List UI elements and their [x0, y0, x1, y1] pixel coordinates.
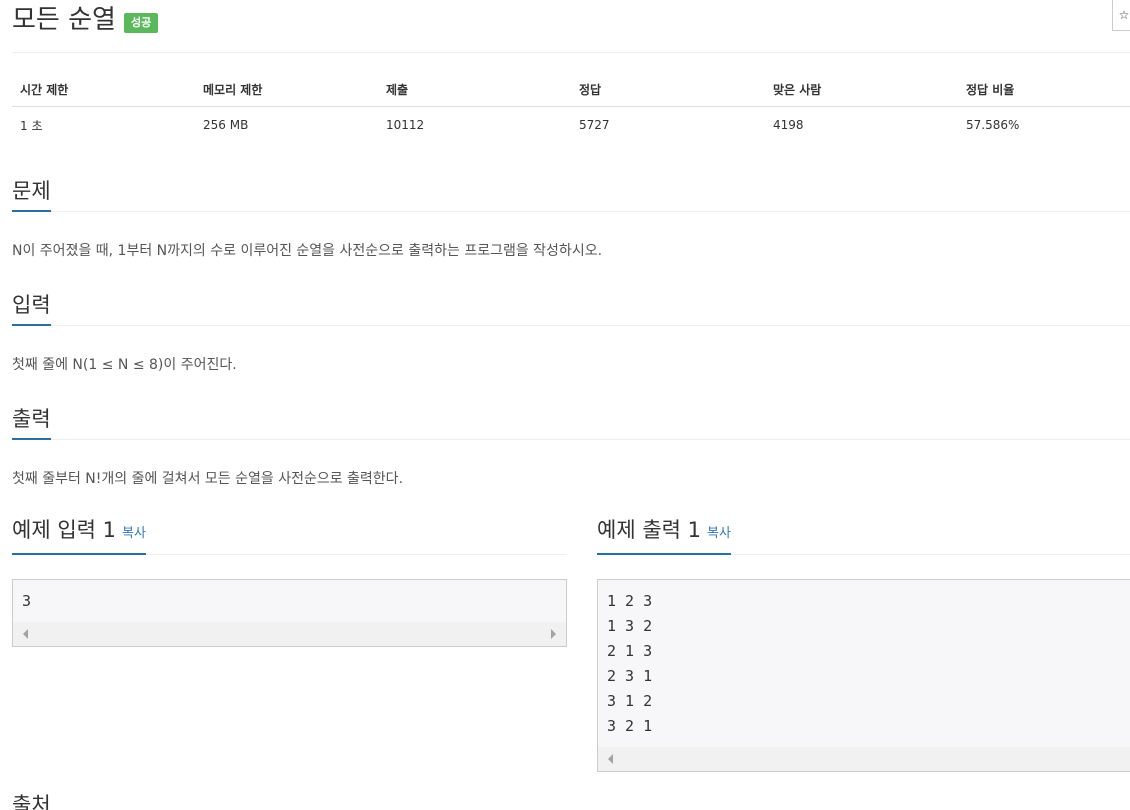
value-solved-users[interactable]: 4198: [765, 107, 958, 144]
horizontal-scrollbar[interactable]: [13, 622, 566, 646]
scroll-left-icon[interactable]: [608, 754, 613, 764]
problem-page: 모든 순열 성공 ☆ 시간 제한 메모리 제한 제출 정답 맞은 사람 정답 비…: [0, 0, 1130, 810]
scroll-left-icon[interactable]: [23, 629, 28, 639]
description-text: N이 주어졌을 때, 1부터 N까지의 수로 이루어진 순열을 사전순으로 출력…: [12, 243, 603, 259]
example-input-content: 3: [13, 580, 566, 617]
value-accept-ratio: 57.586%: [966, 118, 1020, 132]
title-divider: [12, 52, 1130, 53]
problem-title: 모든 순열: [12, 5, 116, 35]
value-accepted[interactable]: 5727: [571, 107, 765, 144]
header-submissions: 제출: [378, 72, 571, 107]
example-output-line: 2 1 3: [607, 642, 653, 660]
problem-header: 모든 순열 성공: [12, 0, 159, 40]
section-header: 문제: [12, 175, 1130, 212]
copy-example-output-button[interactable]: 복사: [707, 526, 731, 541]
section-title-example-output: 예제 출력 1 복사: [597, 515, 731, 555]
table-header-row: 시간 제한 메모리 제한 제출 정답 맞은 사람 정답 비율: [12, 72, 1130, 107]
star-icon[interactable]: ☆: [1112, 0, 1130, 31]
example-input-title: 예제 입력 1: [12, 518, 116, 542]
section-header: 예제 출력 1 복사: [597, 518, 1130, 555]
input-text: 첫째 줄에 N(1 ≤ N ≤ 8)이 주어진다.: [12, 357, 237, 373]
section-title-description: 문제: [12, 176, 51, 212]
section-header: 출력: [12, 403, 1130, 440]
example-output-line: 3 1 2: [607, 692, 653, 710]
section-header: 예제 입력 1 복사: [12, 518, 567, 555]
example-input-box[interactable]: 3: [12, 579, 567, 647]
output-text: 첫째 줄부터 N!개의 줄에 걸쳐서 모든 순열을 사전순으로 출력한다.: [12, 471, 404, 487]
value-time-limit: 1 초: [20, 118, 43, 133]
value-submissions[interactable]: 10112: [378, 107, 571, 144]
section-title-input: 입력: [12, 290, 51, 326]
section-input: 입력 첫째 줄에 N(1 ≤ N ≤ 8)이 주어진다.: [12, 289, 1130, 374]
section-example-input: 예제 입력 1 복사: [12, 518, 567, 555]
example-output-line: 1 3 2: [607, 617, 653, 635]
header-solved-users: 맞은 사람: [765, 72, 958, 107]
section-output: 출력 첫째 줄부터 N!개의 줄에 걸쳐서 모든 순열을 사전순으로 출력한다.: [12, 403, 1130, 488]
example-output-box[interactable]: 1 2 3 1 3 2 2 1 3 2 3 1 3 1 2 3 2 1: [597, 579, 1130, 772]
value-memory-limit: 256 MB: [203, 118, 249, 132]
section-title-output: 출력: [12, 404, 51, 440]
header-accept-ratio: 정답 비율: [958, 72, 1130, 107]
scroll-right-icon[interactable]: [551, 629, 556, 639]
example-output-content: 1 2 3 1 3 2 2 1 3 2 3 1 3 1 2 3 2 1: [598, 580, 1130, 742]
example-output-line: 3 2 1: [607, 717, 653, 735]
problem-info-table: 시간 제한 메모리 제한 제출 정답 맞은 사람 정답 비율 1 초 256 M…: [12, 72, 1130, 143]
section-example-output: 예제 출력 1 복사: [597, 518, 1130, 555]
header-memory-limit: 메모리 제한: [195, 72, 378, 107]
status-badge: 성공: [123, 13, 159, 33]
section-title-source: 출처: [12, 793, 51, 810]
horizontal-scrollbar[interactable]: [598, 747, 1130, 771]
example-input-line: 3: [22, 592, 32, 610]
table-row: 1 초 256 MB 10112 5727 4198 57.586%: [12, 107, 1130, 144]
example-output-line: 2 3 1: [607, 667, 653, 685]
copy-example-input-button[interactable]: 복사: [122, 526, 146, 541]
section-header: 입력: [12, 289, 1130, 326]
section-title-example-input: 예제 입력 1 복사: [12, 515, 146, 555]
section-description: 문제 N이 주어졌을 때, 1부터 N까지의 수로 이루어진 순열을 사전순으로…: [12, 175, 1130, 260]
header-accepted: 정답: [571, 72, 765, 107]
example-output-title: 예제 출력 1: [597, 518, 701, 542]
header-time-limit: 시간 제한: [12, 72, 195, 107]
example-output-line: 1 2 3: [607, 592, 653, 610]
